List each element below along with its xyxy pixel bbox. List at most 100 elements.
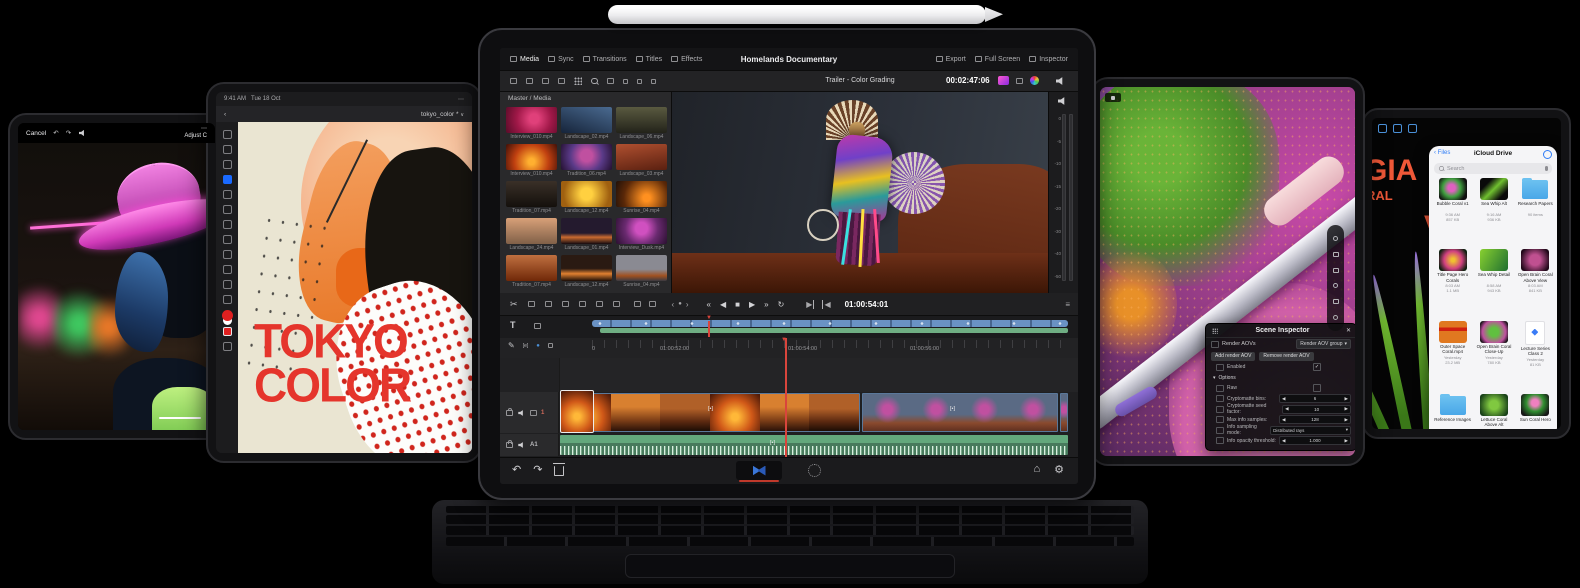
key-row[interactable]	[446, 515, 1134, 524]
media-item[interactable]: Tradition_07.mp4	[506, 181, 557, 215]
relink-icon[interactable]	[542, 78, 549, 84]
media-item[interactable]: Interview_010.mp4	[506, 107, 557, 141]
shape-tool[interactable]	[223, 280, 232, 289]
media-item[interactable]: Interview_Dusk.mp4	[616, 218, 667, 252]
bin-list-icon[interactable]	[510, 78, 517, 84]
raw-checkbox[interactable]	[1313, 384, 1321, 392]
file-item[interactable]: Sea Whip Alt9:16 AM936 KB	[1474, 178, 1513, 222]
match-frame-icon[interactable]: ◀	[822, 300, 830, 309]
media-item[interactable]: Sunrise_04.mp4	[616, 255, 667, 289]
more-icon[interactable]: ⋯	[458, 96, 464, 103]
remove-aov-button[interactable]: Remove render AOV	[1259, 352, 1313, 361]
timeline-clip-partial[interactable]	[1060, 393, 1068, 432]
file-item[interactable]: Title Page Hero Corals8:03 AM1.1 MB	[1433, 249, 1472, 293]
timeline-name[interactable]: Trailer - Color Grading	[760, 77, 960, 84]
file-item[interactable]: Outer Space Coral.mp4Yesterday23.2 MB	[1433, 321, 1472, 367]
brush-settings[interactable]	[223, 342, 232, 351]
media-item[interactable]: Tradition_06.mp4	[561, 144, 612, 178]
video-enable-icon[interactable]	[530, 410, 537, 416]
edit-tool-icon[interactable]	[613, 301, 620, 307]
draw-icon[interactable]	[1393, 124, 1402, 133]
add-aov-button[interactable]: Add render AOV	[1211, 352, 1255, 361]
crop-tool[interactable]	[223, 250, 232, 259]
document-title[interactable]: tokyo_color * ∨	[421, 111, 464, 118]
timeline-ruler[interactable]: ✎ [e] ● 0 01:00:52:00 01:00:54:00 01:00:…	[500, 338, 1078, 358]
go-to-start-button[interactable]: «	[707, 300, 711, 309]
home-icon[interactable]: ⌂	[1033, 463, 1040, 476]
inspector-button[interactable]: Inspector	[1029, 56, 1068, 63]
color-wheel-icon[interactable]	[1030, 76, 1039, 85]
seed-stepper[interactable]: ◀10▶	[1282, 405, 1351, 414]
cloud-icon[interactable]	[1333, 252, 1339, 257]
camera-icon[interactable]	[1333, 268, 1339, 273]
text-tool-icon[interactable]: T	[510, 320, 516, 330]
samples-stepper[interactable]: ◀128▶	[1279, 415, 1351, 424]
fill-tool[interactable]	[223, 235, 232, 244]
grid-view-icon[interactable]	[574, 77, 582, 85]
search-icon[interactable]	[591, 78, 598, 85]
media-item[interactable]: Landscape_12.mp4	[561, 181, 612, 215]
undo-icon[interactable]	[1378, 124, 1387, 133]
media-item[interactable]: Landscape_24.mp4	[506, 218, 557, 252]
node-icon[interactable]	[1333, 236, 1338, 241]
delete-icon[interactable]	[554, 466, 564, 476]
opacity-stepper[interactable]: ◀1.000▶	[1279, 436, 1351, 445]
view-option-icon[interactable]	[637, 79, 642, 84]
mute-icon[interactable]	[79, 130, 86, 136]
import-media-icon[interactable]	[526, 78, 533, 84]
redo-icon[interactable]: ↷	[533, 463, 542, 476]
keyframe-icon[interactable]: [e]	[523, 343, 529, 349]
marker-icon[interactable]: ●	[536, 343, 540, 349]
edit-tool-icon[interactable]	[528, 301, 535, 307]
media-item[interactable]: Landscape_06.mp4	[616, 107, 667, 141]
edit-tool-icon[interactable]	[562, 301, 569, 307]
adjust-panel-label[interactable]: ⋯ Adjust C	[184, 126, 207, 140]
audio-track-header[interactable]: A1	[500, 434, 559, 456]
crop-handle[interactable]	[159, 417, 201, 419]
fullscreen-button[interactable]: Full Screen	[975, 56, 1020, 63]
redo-icon[interactable]: ↷	[66, 129, 71, 137]
smudge-tool[interactable]	[223, 220, 232, 229]
pen-icon[interactable]: ✎	[508, 341, 515, 350]
bin-path[interactable]: Master / Media	[500, 92, 671, 104]
text-tool[interactable]	[223, 265, 232, 274]
undo-icon[interactable]: ↶	[512, 463, 521, 476]
stop-button[interactable]: ■	[735, 300, 740, 309]
edit-tool-icon[interactable]	[545, 301, 552, 307]
color-page-button[interactable]	[808, 464, 821, 477]
back-icon[interactable]: ‹	[224, 111, 226, 118]
key-row[interactable]	[446, 537, 1134, 546]
media-item[interactable]: Interview_010.mp4	[506, 144, 557, 178]
selected-clip-thumbnail[interactable]	[560, 390, 594, 433]
mute-icon[interactable]	[518, 410, 525, 416]
file-item[interactable]: Open Brain Coral Close-UpYesterday780 KB	[1474, 321, 1513, 367]
bins-stepper[interactable]: ◀6▶	[1279, 394, 1351, 403]
search-input[interactable]: Search	[1434, 163, 1552, 174]
edit-tool-icon[interactable]	[596, 301, 603, 307]
lasso-tool[interactable]	[223, 160, 232, 169]
media-item[interactable]: Landscape_12.mp4	[561, 255, 612, 289]
folder-item[interactable]: Research Papers90 items	[1516, 178, 1555, 222]
timeline-options-icon[interactable]: ≡	[1065, 300, 1070, 309]
filmstrip-icon[interactable]	[548, 343, 553, 348]
mic-icon[interactable]	[1545, 166, 1548, 171]
color-boost-icon[interactable]	[998, 76, 1009, 85]
color-well[interactable]	[222, 310, 233, 321]
snap-icon[interactable]	[534, 323, 541, 329]
color-swatch[interactable]	[223, 327, 232, 336]
view-option-icon[interactable]	[623, 79, 628, 84]
timeline-clip-sunset[interactable]	[560, 393, 860, 432]
sparkle-icon[interactable]	[1333, 283, 1338, 288]
timeline-clip-dancer[interactable]	[862, 393, 1058, 432]
edit-tool-icon[interactable]	[579, 301, 586, 307]
enabled-checkbox[interactable]: ✓	[1313, 363, 1321, 371]
settings-gear-icon[interactable]: ⚙	[1054, 463, 1064, 476]
cancel-button[interactable]: Cancel	[26, 130, 46, 137]
more-icon[interactable]: ⋯	[201, 126, 207, 132]
jog-control[interactable]: ‹●›	[672, 300, 689, 309]
media-icon[interactable]	[1408, 124, 1417, 133]
brush-tool[interactable]	[223, 175, 232, 184]
file-item[interactable]: Bubble Coral v19:36 AM857 KB	[1433, 178, 1472, 222]
export-button[interactable]: Export	[936, 56, 966, 63]
audio-clip[interactable]: [•]	[560, 435, 1068, 455]
